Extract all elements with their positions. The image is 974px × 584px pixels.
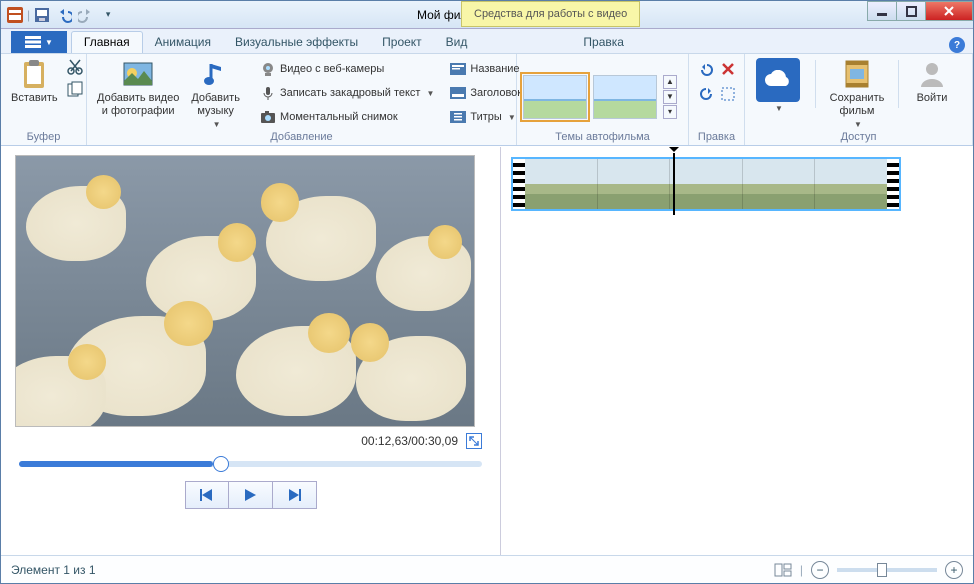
title-icon xyxy=(450,61,466,77)
snapshot-button[interactable]: Моментальный снимок xyxy=(260,106,434,128)
zoom-slider[interactable] xyxy=(837,568,937,572)
webcam-icon xyxy=(260,61,276,77)
group-edit-label: Правка xyxy=(695,129,738,145)
status-element-count: Элемент 1 из 1 xyxy=(11,563,96,577)
camera-icon xyxy=(260,109,276,125)
fullscreen-button[interactable] xyxy=(466,433,482,449)
select-all-button[interactable] xyxy=(720,86,736,102)
mic-icon xyxy=(260,85,276,101)
zoom-in-button[interactable]: + xyxy=(945,561,963,579)
zoom-out-button[interactable]: − xyxy=(811,561,829,579)
voiceover-button[interactable]: Записать закадровый текст▼ xyxy=(260,82,434,104)
tab-visual-effects[interactable]: Визуальные эффекты xyxy=(223,32,370,53)
prev-frame-button[interactable] xyxy=(185,481,229,509)
remove-button[interactable] xyxy=(721,62,735,78)
play-button[interactable] xyxy=(229,481,273,509)
paste-label: Вставить xyxy=(11,92,58,105)
next-frame-button[interactable] xyxy=(273,481,317,509)
timecode: 00:12,63/00:30,09 xyxy=(361,434,458,448)
tab-main[interactable]: Главная xyxy=(71,31,143,53)
timeline-playhead[interactable] xyxy=(673,153,675,215)
view-mode-button[interactable] xyxy=(774,563,792,577)
close-button[interactable] xyxy=(925,1,973,21)
ribbon-tabs: Главная Анимация Визуальные эффекты Прое… xyxy=(1,29,973,53)
group-themes-label: Темы автофильма xyxy=(523,129,682,145)
add-video-label: Добавить видео и фотографии xyxy=(97,92,179,118)
cut-button[interactable] xyxy=(66,58,84,76)
theme-option-2[interactable] xyxy=(593,75,657,119)
context-tab-label: Средства для работы с видео xyxy=(461,1,640,27)
timeline-clip[interactable] xyxy=(511,157,901,211)
credits-icon xyxy=(450,109,466,125)
file-menu-button[interactable] xyxy=(11,31,67,53)
title-button[interactable]: Название xyxy=(450,58,522,80)
tab-view[interactable]: Вид xyxy=(434,32,480,53)
save-movie-label: Сохранить фильм xyxy=(830,92,885,118)
title-bar: | ▾ Мой фильм - Киностудия Средства для … xyxy=(1,1,973,29)
content-area: 00:12,63/00:30,09 xyxy=(1,147,973,555)
tab-edit[interactable]: Правка xyxy=(571,32,636,53)
caption-icon xyxy=(450,85,466,101)
webcam-button[interactable]: Видео с веб-камеры xyxy=(260,58,434,80)
credits-button[interactable]: Титры▼ xyxy=(450,106,522,128)
onedrive-button[interactable]: ▼ xyxy=(751,56,805,113)
rotate-left-button[interactable] xyxy=(699,62,715,78)
paste-button[interactable]: Вставить xyxy=(7,56,62,105)
signin-button[interactable]: Войти xyxy=(909,56,955,105)
help-icon[interactable]: ? xyxy=(949,37,965,53)
caption-button[interactable]: Заголовок xyxy=(450,82,522,104)
theme-more[interactable]: ▾ xyxy=(663,105,677,119)
theme-scroll-up[interactable]: ▲ xyxy=(663,75,677,89)
theme-option-1[interactable] xyxy=(523,75,587,119)
signin-label: Войти xyxy=(917,92,948,105)
maximize-button[interactable] xyxy=(896,1,926,21)
preview-monitor[interactable] xyxy=(15,155,475,427)
add-video-button[interactable]: Добавить видео и фотографии xyxy=(93,56,183,118)
tab-project[interactable]: Проект xyxy=(370,32,434,53)
minimize-button[interactable] xyxy=(867,1,897,21)
add-music-label: Добавить музыку xyxy=(191,92,240,118)
seek-slider[interactable] xyxy=(19,461,482,467)
theme-scroll-down[interactable]: ▼ xyxy=(663,90,677,104)
group-buffer-label: Буфер xyxy=(7,129,80,145)
group-adding-label: Добавление xyxy=(93,129,510,145)
rotate-right-button[interactable] xyxy=(698,86,714,102)
status-bar: Элемент 1 из 1 | − + xyxy=(1,555,973,583)
copy-button[interactable] xyxy=(66,80,84,98)
add-music-button[interactable]: Добавить музыку ▼ xyxy=(187,56,244,129)
tab-animation[interactable]: Анимация xyxy=(143,32,223,53)
ribbon: Вставить Буфер Добавить видео и фотограф… xyxy=(1,53,973,146)
group-access-label: Доступ xyxy=(751,129,966,145)
preview-pane: 00:12,63/00:30,09 xyxy=(1,147,501,555)
timeline-pane[interactable] xyxy=(501,147,973,555)
save-movie-button[interactable]: Сохранить фильм ▼ xyxy=(826,56,888,129)
